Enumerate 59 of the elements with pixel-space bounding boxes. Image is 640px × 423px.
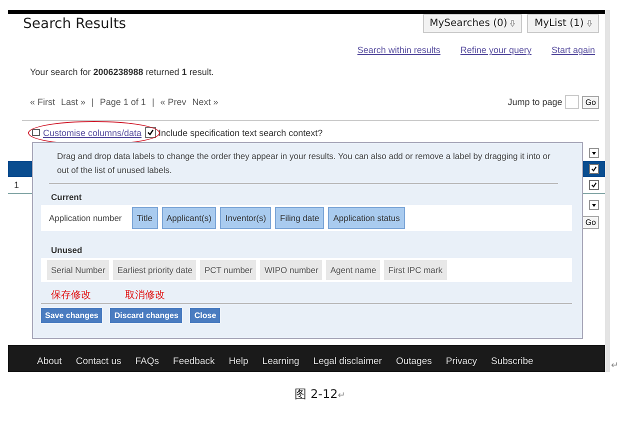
data-label-chip[interactable]: WIPO number [260, 260, 322, 280]
annotation-text: 取消修改 [125, 288, 165, 302]
paragraph-mark: ↵ [338, 391, 346, 401]
pager-item[interactable]: « Prev [160, 97, 186, 107]
down-arrow-icon [587, 20, 592, 27]
footer-link[interactable]: Subscribe [491, 357, 534, 372]
dialog-button[interactable]: Save changes [41, 308, 102, 323]
data-label-chip[interactable]: Application status [328, 207, 405, 229]
data-label-chip[interactable]: Filing date [275, 207, 324, 229]
link[interactable]: Start again [551, 45, 595, 55]
footer-link[interactable]: Feedback [173, 357, 215, 372]
go-button[interactable]: Go [582, 96, 599, 108]
customise-link[interactable]: Customise columns/data [43, 128, 142, 138]
pager-item[interactable]: « First [30, 97, 56, 107]
figure-caption: 图 2-12 [294, 387, 338, 401]
footer-link[interactable]: Contact us [76, 357, 122, 372]
dropdown-button[interactable]: MySearches (0) [422, 14, 522, 33]
result-summary: Your search for 2006238988 returned 1 result. [29, 66, 215, 77]
checkbox[interactable] [589, 164, 599, 174]
section-heading: Current [50, 192, 83, 202]
link[interactable]: Search within results [357, 45, 440, 55]
data-label-chip[interactable]: Title [132, 207, 158, 229]
jump-label: Jump to page [508, 97, 562, 107]
checkbox[interactable] [144, 127, 156, 138]
data-label-chip[interactable]: Earliest priority date [113, 260, 196, 280]
footer-link[interactable]: Privacy [446, 357, 478, 372]
down-arrow-icon [510, 20, 516, 27]
instructions-text: Drag and drop data labels to change the order they appear in your results. You can also add or remove a label by dragging it into or out of the list of unused labels. [56, 150, 552, 177]
footer-link[interactable]: Legal disclaimer [313, 357, 382, 372]
go-button[interactable]: Go [582, 216, 599, 229]
page-title: Search Results [23, 16, 126, 32]
dialog-button[interactable]: Close [190, 308, 220, 323]
footer-link[interactable]: Outages [396, 357, 432, 372]
pager-item[interactable]: | [152, 97, 154, 107]
checkbox-label: Include specification text search context? [158, 128, 323, 138]
data-label-chip[interactable]: Agent name [326, 260, 380, 280]
footer-link[interactable]: About [37, 357, 62, 372]
data-label-chip[interactable]: Inventor(s) [220, 207, 272, 229]
data-label-chip[interactable]: First IPC mark [384, 260, 446, 280]
pager-item[interactable]: Next » [192, 97, 218, 107]
fixed-label: Application number [48, 213, 123, 223]
dialog-button[interactable]: Discard changes [110, 308, 182, 323]
data-label-chip[interactable]: Applicant(s) [162, 207, 216, 229]
data-label-chip[interactable]: PCT number [200, 260, 256, 280]
data-label-chip[interactable]: Serial Number [47, 260, 110, 280]
footer-link[interactable]: Help [228, 357, 248, 372]
pager-item[interactable]: Last » [61, 97, 86, 107]
annotation-text: 保存修改 [51, 289, 91, 302]
pager-item[interactable]: Page 1 of 1 [100, 97, 146, 107]
link[interactable]: Refine your query [460, 45, 532, 55]
section-heading: Unused [50, 245, 84, 255]
pager-item[interactable]: | [92, 97, 94, 107]
checkbox[interactable] [589, 180, 599, 190]
page-input[interactable] [565, 95, 580, 109]
row-number: 1 [14, 180, 20, 190]
footer-link[interactable]: Learning [262, 357, 300, 372]
paragraph-mark: ↵ [611, 360, 619, 370]
dropdown-button[interactable]: MyList (1) [527, 14, 599, 33]
footer-link[interactable]: FAQs [135, 357, 160, 372]
